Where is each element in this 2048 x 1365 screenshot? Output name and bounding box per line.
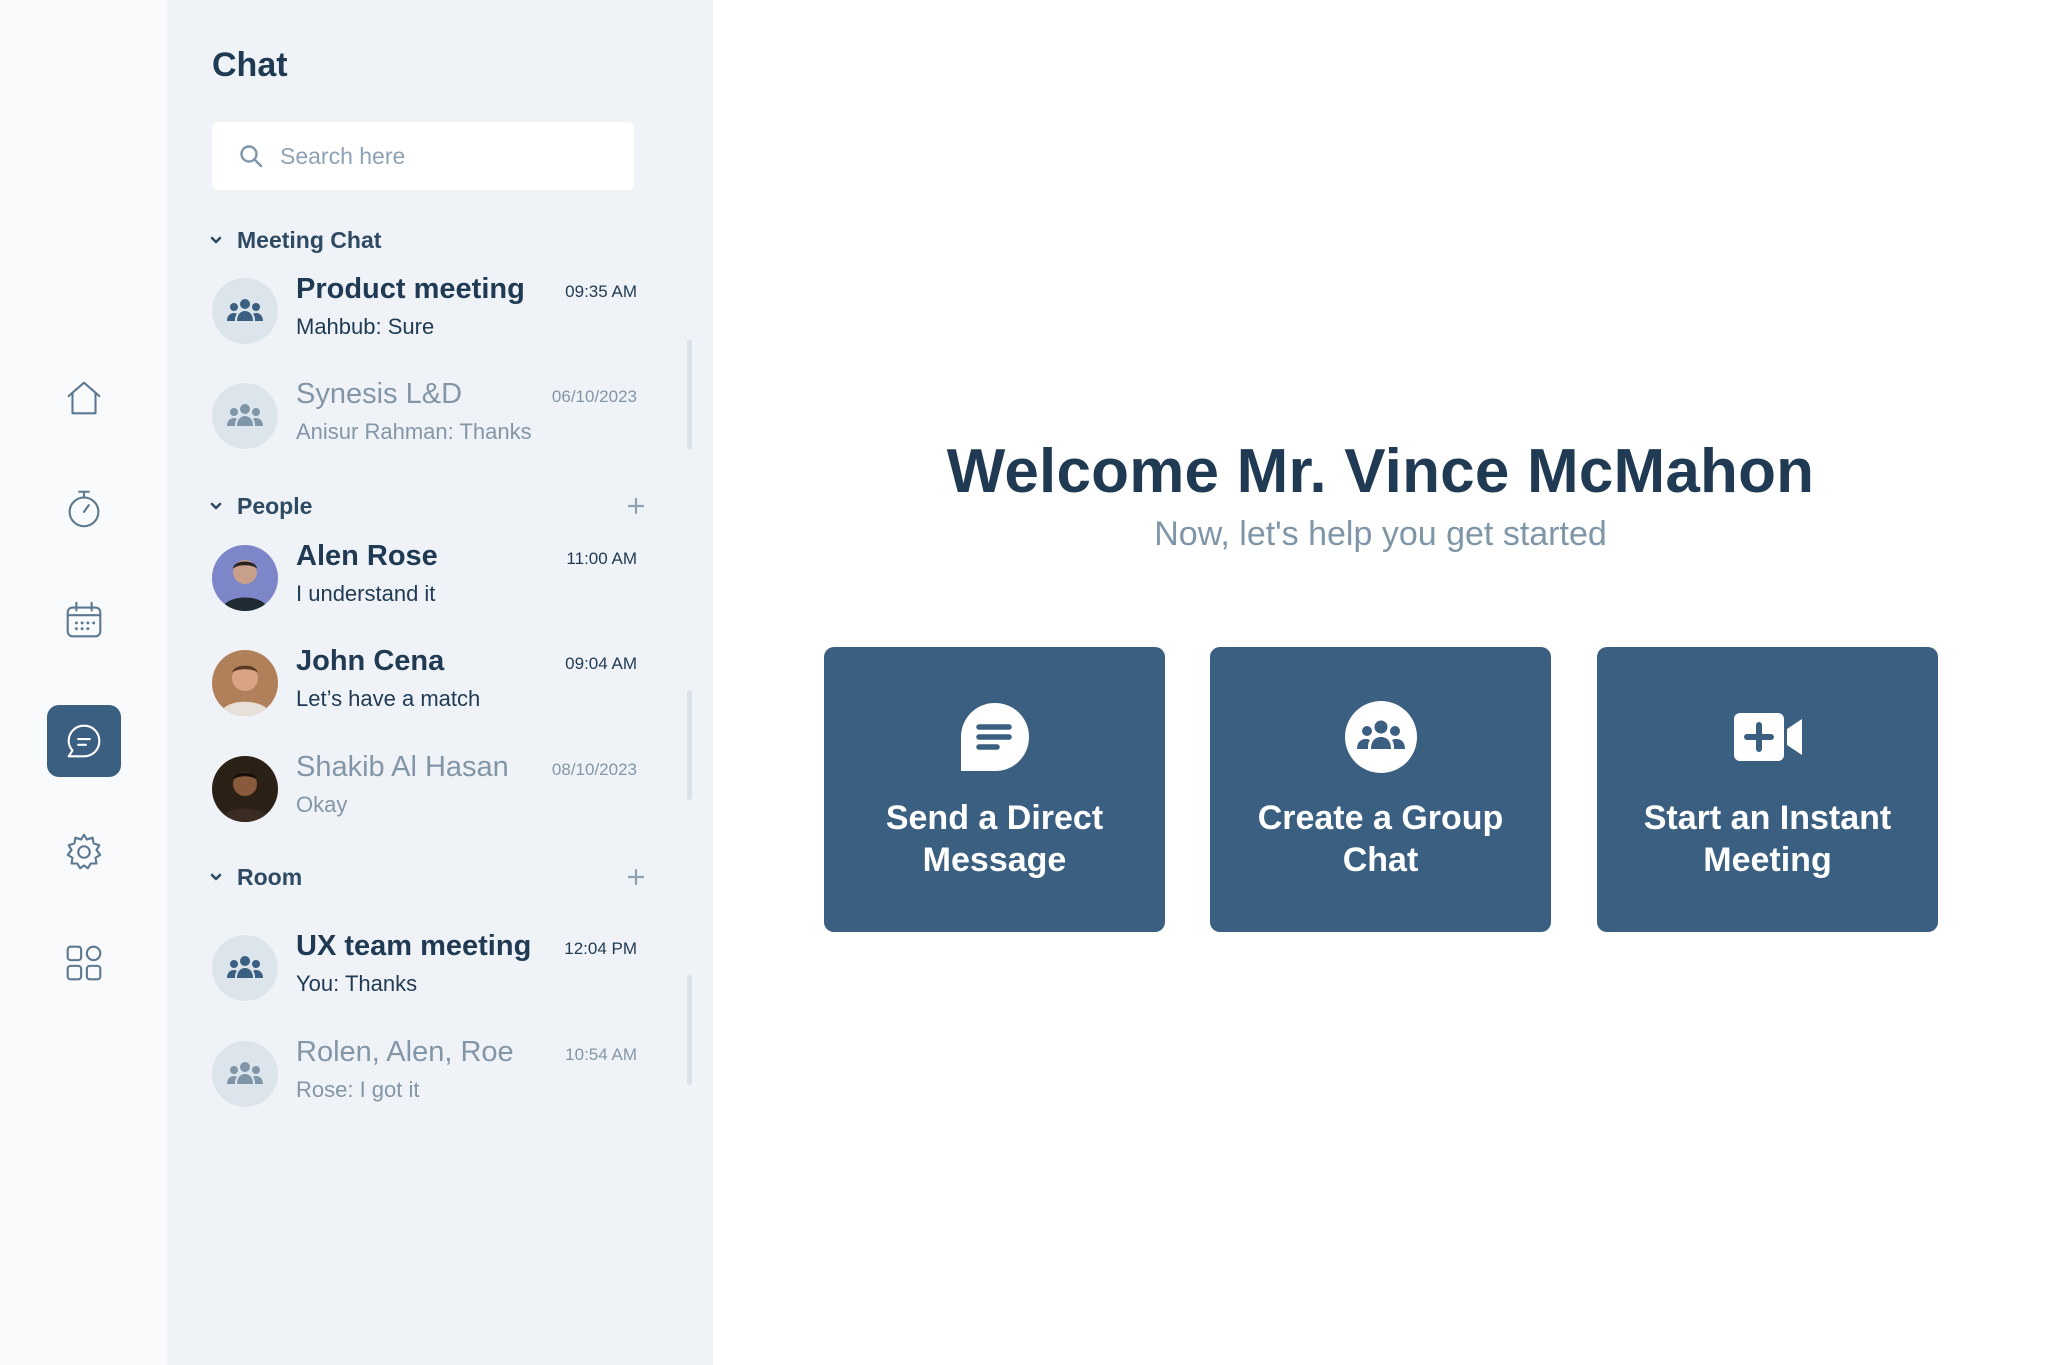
chat-item-rolen-alen-roe[interactable]: Rolen, Alen, Roe Rose: I got it 10:54 AM — [212, 1031, 637, 1115]
chat-time: 09:04 AM — [565, 654, 637, 673]
calendar-icon — [66, 601, 102, 638]
scrollbar[interactable] — [687, 975, 692, 1085]
nav-apps-button[interactable] — [47, 927, 121, 999]
section-label: Room — [237, 863, 303, 890]
plus-icon — [627, 497, 645, 515]
group-avatar — [212, 935, 278, 1001]
sidebar-title: Chat — [212, 46, 288, 84]
chat-preview: Rose: I got it — [296, 1077, 420, 1102]
section-people[interactable]: People — [209, 489, 649, 523]
chat-preview: Anisur Rahman: Thanks — [296, 419, 532, 444]
app-window: Chat Meeting Chat Product meeting Ma — [0, 0, 2048, 1365]
chat-item-alen-rose[interactable]: Alen Rose I understand it 11:00 AM — [212, 535, 637, 619]
chat-icon — [67, 724, 101, 758]
chat-preview: I understand it — [296, 581, 436, 606]
nav-chat-button[interactable] — [47, 705, 121, 777]
plus-icon — [627, 868, 645, 886]
chat-time: 06/10/2023 — [551, 387, 637, 406]
chat-item-john-cena[interactable]: John Cena Let’s have a match 09:04 AM — [212, 640, 637, 724]
create-group-chat-card[interactable]: Create a Group Chat — [1210, 647, 1551, 932]
search-box[interactable] — [212, 122, 634, 190]
chat-preview: Mahbub: Sure — [296, 314, 435, 339]
group-icon — [227, 1062, 263, 1084]
welcome-heading: Welcome Mr. Vince McMahon — [946, 437, 1815, 506]
chat-preview: Okay — [296, 792, 348, 817]
chat-name: Rolen, Alen, Roe — [296, 1036, 514, 1068]
nav-home-button[interactable] — [47, 362, 121, 434]
stopwatch-icon — [68, 490, 100, 528]
chat-preview: You: Thanks — [296, 971, 418, 996]
nav-rail — [0, 0, 167, 1365]
section-meeting-chat[interactable]: Meeting Chat — [209, 223, 649, 257]
scrollbar[interactable] — [687, 690, 692, 800]
chat-name: Shakib Al Hasan — [296, 751, 509, 783]
chat-name: Product meeting — [296, 273, 525, 305]
welcome-subtitle: Now, let's help you get started — [1154, 515, 1607, 553]
chat-item-shakib-al-hasan[interactable]: Shakib Al Hasan Okay 08/10/2023 — [212, 746, 637, 830]
scrollbar[interactable] — [687, 340, 692, 450]
group-avatar — [212, 383, 278, 449]
chevron-down-icon — [210, 236, 222, 244]
group-icon — [227, 956, 263, 978]
group-avatar — [212, 1041, 278, 1107]
avatar — [212, 650, 278, 716]
chat-sidebar: Chat Meeting Chat Product meeting Ma — [167, 0, 713, 1365]
avatar — [212, 756, 278, 822]
section-label: Meeting Chat — [237, 226, 382, 253]
chat-time: 11:00 AM — [566, 549, 637, 568]
chat-preview: Let’s have a match — [296, 686, 481, 711]
group-icon — [227, 299, 263, 321]
chat-item-ux-team-meeting[interactable]: UX team meeting You: Thanks 12:04 PM — [212, 925, 637, 1009]
group-icon — [227, 404, 263, 426]
search-icon — [240, 145, 263, 168]
card-label: Create a Group Chat — [1257, 799, 1504, 879]
person-photo-icon — [212, 756, 278, 822]
person-photo-icon — [212, 650, 278, 716]
chat-item-product-meeting[interactable]: Product meeting Mahbub: Sure 09:35 AM — [212, 268, 637, 352]
card-label: Start an Instant Meeting — [1643, 799, 1892, 879]
chat-name: Synesis L&D — [296, 378, 463, 410]
nav-calendar-button[interactable] — [47, 584, 121, 656]
message-icon — [960, 703, 1029, 771]
avatar — [212, 545, 278, 611]
chat-time: 10:54 AM — [565, 1045, 637, 1064]
chat-item-synesis-ld[interactable]: Synesis L&D Anisur Rahman: Thanks 06/10/… — [212, 373, 637, 457]
grid-icon — [66, 945, 102, 981]
chat-name: Alen Rose — [296, 540, 438, 572]
chevron-down-icon — [210, 502, 222, 510]
section-label: People — [237, 492, 313, 519]
chat-time: 08/10/2023 — [551, 760, 637, 779]
nav-settings-button[interactable] — [47, 816, 121, 888]
add-person-button[interactable] — [623, 493, 649, 519]
card-label: Send a Direct Message — [885, 799, 1104, 879]
chat-time: 12:04 PM — [564, 939, 637, 958]
chevron-down-icon — [210, 873, 222, 881]
chat-name: John Cena — [296, 645, 445, 677]
main-content: Welcome Mr. Vince McMahon Now, let's hel… — [713, 0, 2048, 1365]
send-direct-message-card[interactable]: Send a Direct Message — [824, 647, 1165, 932]
gear-icon — [66, 833, 102, 870]
home-icon — [67, 381, 101, 415]
person-photo-icon — [212, 545, 278, 611]
chat-name: UX team meeting — [296, 930, 532, 962]
search-input[interactable] — [280, 142, 620, 170]
section-room[interactable]: Room — [209, 860, 649, 894]
chat-time: 09:35 AM — [565, 282, 637, 301]
start-instant-meeting-card[interactable]: Start an Instant Meeting — [1597, 647, 1938, 932]
nav-timer-button[interactable] — [47, 473, 121, 545]
video-plus-icon — [1733, 713, 1802, 761]
group-icon — [1344, 701, 1417, 773]
add-room-button[interactable] — [623, 864, 649, 890]
group-avatar — [212, 278, 278, 344]
